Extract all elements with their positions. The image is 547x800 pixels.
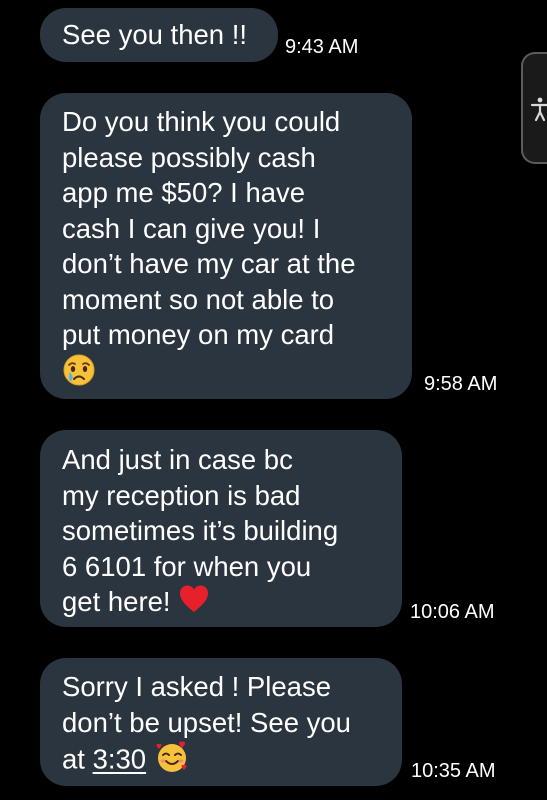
message-bubble[interactable]: Do you think you could please possibly c… [40, 93, 412, 399]
message-text: my reception is bad [62, 479, 301, 511]
message-text: put money on my card [62, 319, 335, 350]
crying-face-emoji-icon [62, 353, 96, 396]
time-link[interactable]: 3:30 [93, 744, 147, 775]
message-text: get here! [62, 586, 171, 617]
message-text: at [62, 743, 93, 775]
message-bubble[interactable]: Sorry I asked ! Please don’t be upset! S… [40, 658, 402, 786]
message-text: don’t have my car at the [62, 248, 356, 279]
message-text: 6 6101 for when you [62, 550, 312, 582]
message-text: Do you think you could [62, 106, 341, 137]
message-text: sometimes it’s building [62, 515, 339, 546]
message-timestamp: 9:58 AM [424, 373, 498, 395]
accessibility-icon [530, 97, 547, 122]
message-bubble[interactable]: And just in case bc my reception is bad … [40, 430, 402, 627]
message-text: don’t be upset! See you [62, 706, 351, 738]
message-text: moment so not able to [62, 283, 335, 315]
red-heart-emoji-icon [178, 584, 210, 623]
message-text: See you then !! [62, 19, 247, 50]
message-timestamp: 9:43 AM [285, 36, 359, 58]
message-text: please possibly cash [62, 141, 316, 173]
message-text: And just in case bc [62, 444, 293, 475]
message-bubble[interactable]: See you then !! [40, 8, 278, 62]
message-timestamp: 10:06 AM [410, 601, 495, 623]
message-timestamp: 10:35 AM [411, 760, 496, 782]
accessibility-tab[interactable] [521, 52, 547, 164]
message-text: app me $50? I have [62, 177, 306, 208]
message-text: Sorry I asked ! Please [62, 671, 332, 702]
message-text: cash I can give you! I [62, 212, 321, 244]
smiling-face-with-hearts-emoji-icon [154, 740, 190, 783]
